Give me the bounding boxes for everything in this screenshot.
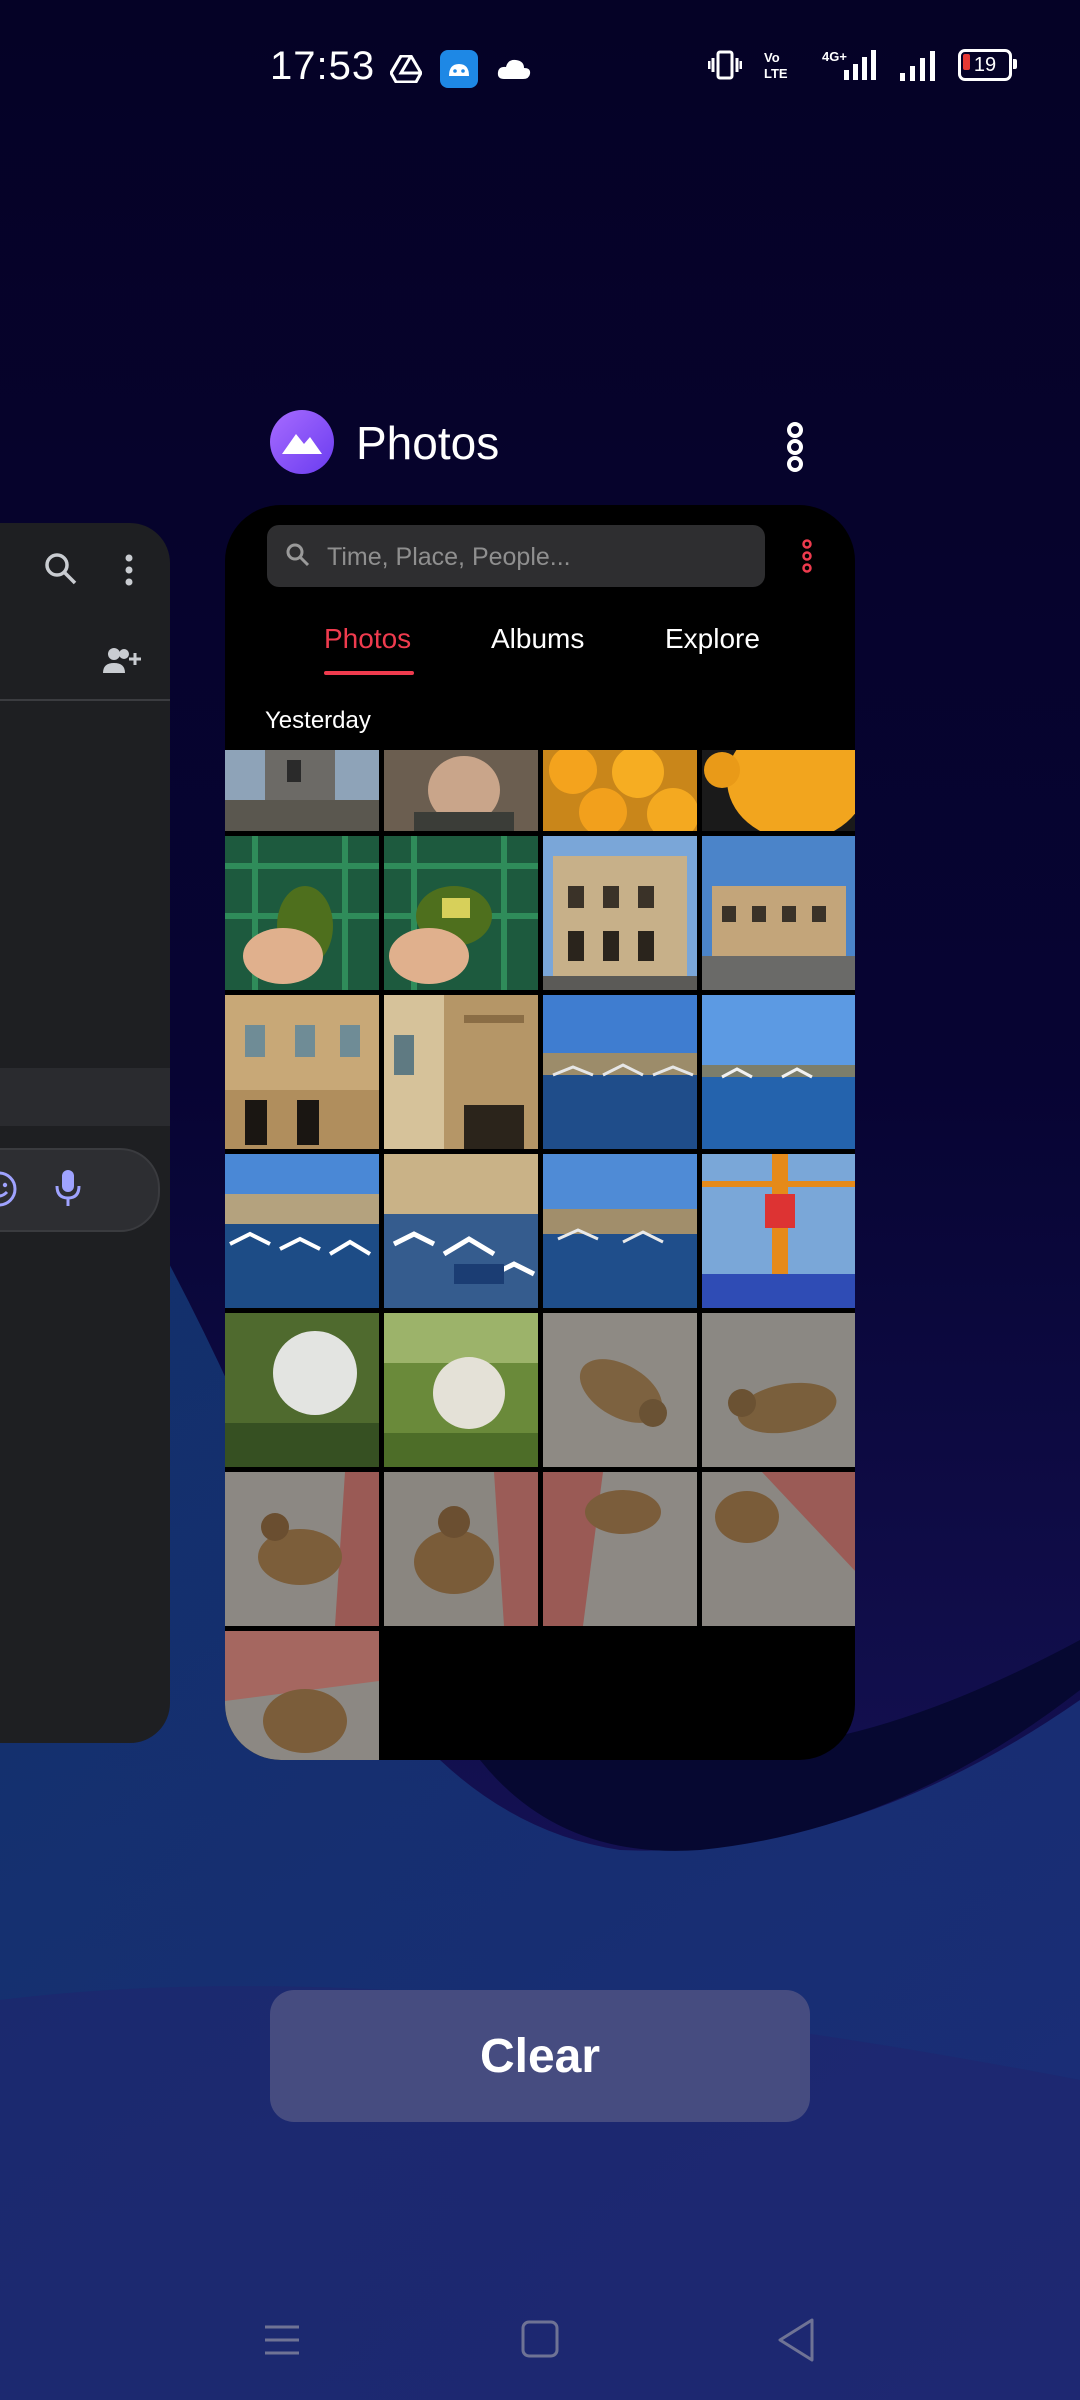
photo-thumbnail[interactable] — [384, 836, 538, 990]
photo-thumbnail[interactable] — [543, 836, 697, 990]
photo-thumbnail[interactable] — [702, 1472, 855, 1626]
search-bar[interactable] — [267, 525, 765, 589]
battery-icon: 19 — [958, 49, 1017, 81]
photo-thumbnail[interactable] — [225, 836, 379, 990]
home-icon[interactable] — [505, 2310, 575, 2370]
tab-albums[interactable]: Albums — [491, 623, 584, 655]
photo-thumbnail[interactable] — [702, 750, 855, 831]
more-vertical-icon[interactable] — [797, 539, 817, 573]
drive-icon — [390, 55, 422, 83]
recent-app-card-left[interactable] — [0, 523, 170, 1743]
photo-thumbnail[interactable] — [702, 1154, 855, 1308]
signal-icon — [900, 51, 935, 81]
photos-app-icon — [270, 410, 334, 474]
svg-text:LTE: LTE — [764, 66, 788, 81]
vibrate-icon — [708, 50, 742, 80]
photo-thumbnail[interactable] — [225, 995, 379, 1149]
network-4g-icon: 4G+ — [822, 49, 876, 80]
photo-thumbnail[interactable] — [702, 1313, 855, 1467]
app-options-icon[interactable] — [780, 422, 810, 472]
photo-thumbnail[interactable] — [543, 1154, 697, 1308]
search-icon — [286, 543, 310, 567]
cloud-icon — [497, 59, 531, 79]
list-strip — [0, 1068, 170, 1126]
add-person-icon[interactable] — [102, 645, 144, 677]
photo-thumbnail[interactable] — [384, 1472, 538, 1626]
photo-thumbnail[interactable] — [225, 750, 379, 831]
recent-app-card-photos[interactable]: Photos Albums Explore Yesterday — [225, 505, 855, 1760]
photo-thumbnail[interactable] — [384, 750, 538, 831]
photo-thumbnail[interactable] — [384, 995, 538, 1149]
navigation-bar — [0, 2300, 1080, 2400]
svg-text:Vo: Vo — [764, 50, 780, 65]
emoji-icon[interactable] — [0, 1170, 18, 1208]
tab-explore[interactable]: Explore — [665, 623, 760, 655]
status-time: 17:53 — [270, 44, 376, 88]
mountain-icon — [282, 434, 322, 454]
message-input-pill[interactable] — [0, 1148, 160, 1232]
tab-underline — [324, 671, 414, 675]
photo-thumbnail[interactable] — [225, 1631, 379, 1760]
photo-thumbnail[interactable] — [702, 995, 855, 1149]
clear-button[interactable]: Clear — [270, 1990, 810, 2122]
photos-tabs: Photos Albums Explore — [225, 623, 855, 683]
menu-icon[interactable] — [247, 2310, 317, 2370]
search-icon[interactable] — [43, 551, 79, 587]
photo-thumbnail[interactable] — [384, 1154, 538, 1308]
photo-thumbnail[interactable] — [543, 995, 697, 1149]
battery-level: 19 — [973, 53, 997, 76]
photo-thumbnail[interactable] — [225, 1154, 379, 1308]
photo-thumbnail[interactable] — [543, 750, 697, 831]
date-section-header: Yesterday — [265, 707, 371, 734]
photo-thumbnail[interactable] — [543, 1472, 697, 1626]
svg-text:4G+: 4G+ — [822, 49, 847, 64]
photo-thumbnail[interactable] — [384, 1313, 538, 1467]
back-icon[interactable] — [762, 2310, 832, 2370]
divider — [0, 699, 170, 701]
app-title: Photos — [356, 417, 500, 469]
status-bar: 17:53 Vo LTE 4G+ 19 — [0, 0, 1080, 140]
tab-photos[interactable]: Photos — [324, 623, 411, 655]
photo-thumbnail[interactable] — [225, 1313, 379, 1467]
search-input[interactable] — [325, 525, 749, 589]
volte-icon: VoLTE — [764, 50, 788, 81]
android-icon — [440, 50, 478, 88]
mic-icon[interactable] — [54, 1168, 82, 1208]
photo-thumbnail[interactable] — [543, 1313, 697, 1467]
photo-thumbnail[interactable] — [702, 836, 855, 990]
photo-thumbnail[interactable] — [225, 1472, 379, 1626]
recent-app-header[interactable]: Photos — [270, 410, 810, 480]
more-vertical-icon[interactable] — [124, 553, 134, 587]
